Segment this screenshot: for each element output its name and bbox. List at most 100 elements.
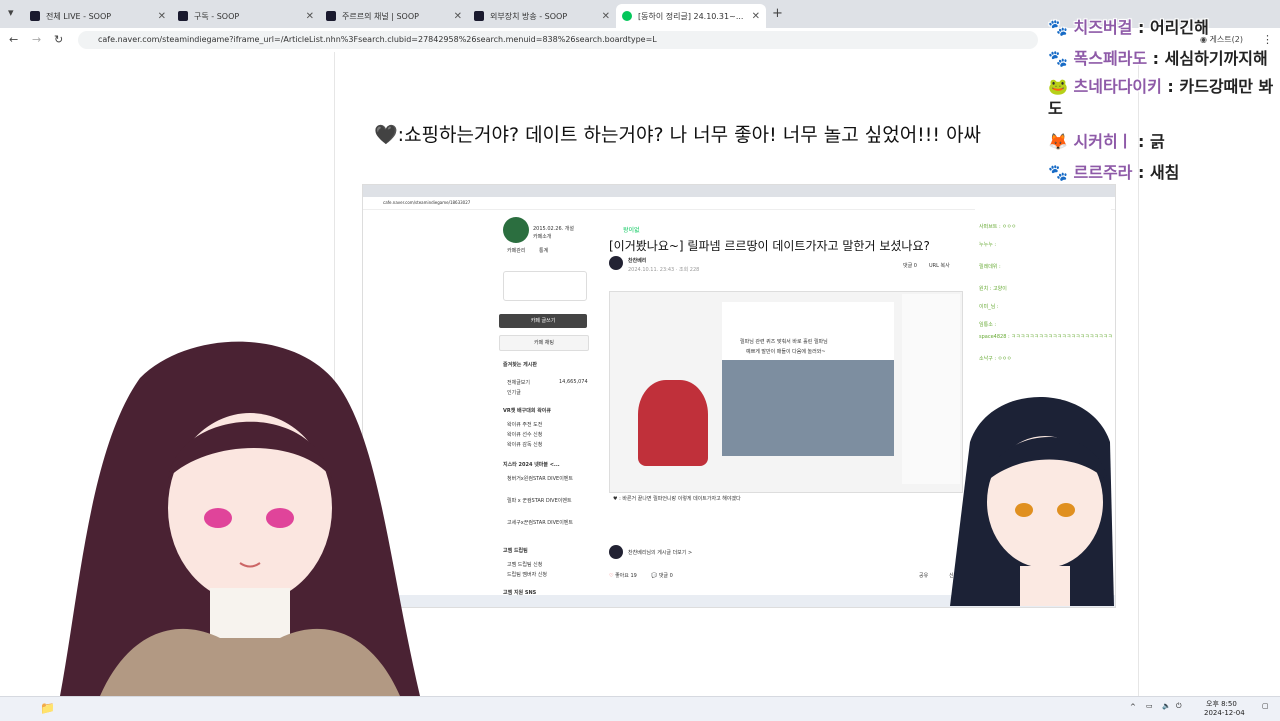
forward-icon[interactable]: → (32, 33, 41, 46)
close-icon[interactable]: ✕ (158, 11, 166, 22)
cafe-logo (503, 217, 529, 243)
tab-3[interactable]: 주르르의 채널 | SOOP ✕ (320, 4, 468, 28)
image-caption: 릴파님 관련 퀴즈 맞춰서 바로 홀린 릴파님 (740, 339, 828, 345)
sidebar-item[interactable]: 왁이큐 선수 신청 (507, 431, 542, 438)
comment-count: 댓글 0 (658, 573, 673, 579)
chat-overlay-line: 🐾 폭스페라도 : 세심하기까지해 (1048, 49, 1268, 68)
image-video-area (722, 360, 894, 456)
board-name[interactable]: 왕이없 (623, 225, 640, 234)
inner-tab-bar (363, 185, 1115, 197)
inner-chat-line: 소낙구 : ㅇㅇㅇ (979, 356, 1012, 362)
tab-5-active[interactable]: [동하이 정리글] 24.10.31~... ✕ (616, 4, 766, 28)
chat-name: 치즈버걸 (1073, 18, 1133, 37)
sidebar-section: 고멤 드립팀 (503, 548, 528, 554)
notification-icon[interactable]: ▢ (1262, 702, 1269, 710)
chat-overlay-line: 🐸 츠네타다이키 : 카드강때만 봐도 (1048, 77, 1274, 118)
clock-time[interactable]: 오후 8:50 (1206, 699, 1237, 709)
cafe-intro: 카페소개 (533, 234, 552, 240)
close-icon[interactable]: ✕ (306, 11, 314, 22)
comment-button[interactable]: 💬 댓글 0 (651, 572, 673, 579)
like-count: 좋아요 19 (615, 573, 637, 579)
folder-icon[interactable]: 📁 (40, 701, 55, 715)
clock-date[interactable]: 2024-12-04 (1204, 709, 1245, 717)
close-icon[interactable]: ✕ (454, 11, 462, 22)
paw-icon: 🐾 (1048, 49, 1068, 68)
inner-chat-line: 사퍼브트 : ㅇㅇㅇ (979, 224, 1017, 230)
share-button[interactable]: 공유 (919, 572, 928, 579)
sidebar-item[interactable]: 왁이큐 감독 신청 (507, 441, 542, 448)
post-date: 2024.10.11. 23:43 · 조회 228 (628, 267, 700, 273)
tab-4[interactable]: 외부장치 방송 - SOOP ✕ (468, 4, 616, 28)
like-button[interactable]: ♡ 좋아요 19 (609, 572, 637, 579)
cafe-write-button[interactable]: 카페 글쓰기 (499, 314, 587, 328)
chat-name: 르르주라 (1073, 163, 1133, 182)
sidebar-item[interactable]: 왁이큐 주전 도전 (507, 421, 542, 428)
cafe-chat-button[interactable]: 카페 채팅 (499, 335, 589, 351)
chat-name: 시커히ㅣ (1073, 132, 1133, 151)
url-field[interactable]: cafe.naver.com/steamindiegame?iframe_url… (78, 31, 1038, 49)
right-avatar (950, 397, 1114, 606)
sidebar-item[interactable]: 고세구x꾼컴STAR DIVE이벤트 (507, 519, 573, 526)
reload-icon[interactable]: ↻ (54, 33, 63, 46)
close-icon[interactable]: ✕ (752, 11, 760, 22)
power-icon[interactable]: ⏻ (1176, 702, 1182, 711)
chat-msg: ㅋㅋㅋㅋㅋㅋㅋㅋㅋㅋㅋㅋㅋㅋㅋㅋㅋㅋㅋㅋㅋㅋ (1011, 334, 1113, 340)
paw-icon: 🐾 (1048, 18, 1068, 37)
comment-icon: 💬 (651, 573, 658, 579)
naver-cafe-icon (622, 11, 632, 21)
character-image (638, 380, 708, 466)
new-tab-button[interactable]: + (772, 6, 783, 21)
speaker-icon[interactable]: 🔈 (1162, 702, 1171, 710)
tray-chevron-icon[interactable]: ^ (1130, 703, 1136, 711)
sidebar-item[interactable]: 릴파 x 꾼컴STAR DIVE이벤트 (507, 497, 572, 504)
close-icon[interactable]: ✕ (602, 11, 610, 22)
chat-overlay-line: 🐾 르르주라 : 새침 (1048, 163, 1180, 182)
comment-count[interactable]: 댓글 0 (903, 262, 917, 269)
tab-2[interactable]: 구독 - SOOP ✕ (172, 4, 320, 28)
tab-label: 외부장치 방송 - SOOP (490, 11, 568, 21)
all-posts-link[interactable]: 전체글보기 (507, 379, 530, 386)
image-caption-2: 예쁘게 말만이 매들이 다음에 놀러와~ (746, 349, 826, 355)
author-avatar (609, 256, 623, 270)
inner-chat-line: 이미_님 : (979, 304, 999, 310)
tab-menu-icon[interactable]: ▾ (8, 6, 14, 19)
tab-label: 전체 LIVE - SOOP (46, 11, 112, 21)
sidebar-item[interactable]: 고멤 드립팀 신청 (507, 561, 542, 568)
heart-icon: ♡ (609, 573, 614, 579)
tab-label: 주르르의 채널 | SOOP (342, 11, 419, 21)
author-more-link[interactable]: 찬찬베리님의 게시글 더보기 > (628, 549, 692, 556)
inner-chat-line: 임통소 : (979, 322, 997, 328)
sidebar-item[interactable]: 드립팀 멤버자 신청 (507, 571, 547, 578)
chat-overlay-line: 🦊 시커히ㅣ : 긁 (1048, 132, 1165, 151)
chat-msg: 긁 (1149, 132, 1165, 151)
taskbar: 📁 ^ ▭ 🔈 ⏻ 오후 8:50 2024-12-04 ▢ (0, 696, 1280, 721)
chat-overlay-line: 🐾 치즈버걸 : 어리긴해 (1048, 18, 1209, 37)
headline-text: :쇼핑하는거야? 데이트 하는거야? 나 너무 좋아! 너무 놀고 싶었어!!!… (397, 124, 982, 146)
inner-chat-line: space4828 : ㅋㅋㅋㅋㅋㅋㅋㅋㅋㅋㅋㅋㅋㅋㅋㅋㅋㅋㅋㅋㅋㅋ (979, 334, 1113, 340)
chat-name: 이미_님 (979, 304, 996, 310)
cafe-manage-link[interactable]: 카페관리 (507, 247, 525, 254)
chat-name: 츠네타다이키 (1073, 77, 1162, 96)
author-avatar (609, 545, 623, 559)
url-copy-button[interactable]: URL 복사 (929, 262, 950, 269)
left-avatar (60, 341, 420, 696)
back-icon[interactable]: ← (9, 33, 18, 46)
soop-icon (30, 11, 40, 21)
network-icon[interactable]: ▭ (1146, 702, 1153, 710)
inner-chat-line: 누누누 : (979, 242, 997, 248)
sidebar-item[interactable]: 청버거x왼컴STAR DIVE이벤트 (507, 475, 573, 482)
tab-1[interactable]: 전체 LIVE - SOOP ✕ (24, 4, 172, 28)
sidebar-section: 지스타 2024 넷마블 <... (503, 462, 560, 468)
chat-name: 소낙구 (979, 356, 993, 362)
soop-icon (326, 11, 336, 21)
chat-name: 누누누 (979, 242, 993, 248)
frog-icon: 🐸 (1048, 77, 1068, 96)
soop-icon (474, 11, 484, 21)
fav-boards-heading: 즐겨찾는 게시판 (503, 362, 537, 368)
chat-msg: ㅇㅇㅇ (1002, 224, 1017, 230)
article-title: [이거봤나요~] 릴파넴 르르땅이 데이트가자고 말한거 보셨나요? (609, 239, 930, 253)
author-name[interactable]: 찬찬베리 (628, 257, 646, 264)
popular-link[interactable]: 인기글 (507, 389, 521, 396)
chat-name: 임통소 (979, 322, 993, 328)
cafe-stats-link[interactable]: 통계 (539, 247, 548, 254)
